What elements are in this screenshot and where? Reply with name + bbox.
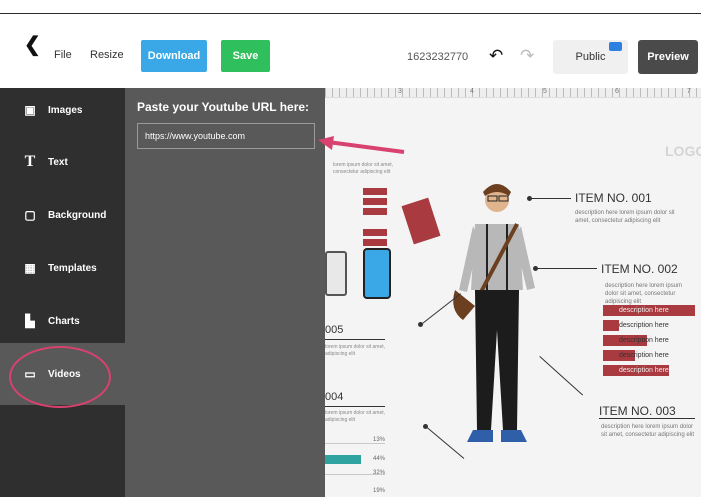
description-bar: description here xyxy=(603,365,695,376)
sidebar-item-background[interactable]: ▢ Background xyxy=(0,189,125,241)
file-menu[interactable]: File xyxy=(54,49,72,61)
background-icon: ▢ xyxy=(24,208,36,222)
ruler-number: 5 xyxy=(543,88,547,95)
item-title-001: ITEM NO. 001 xyxy=(575,191,652,205)
divider-line xyxy=(325,406,385,407)
red-block xyxy=(363,198,387,205)
connector-line xyxy=(537,268,597,269)
sidebar-item-images[interactable]: ▣ Images xyxy=(0,84,125,136)
text-icon: T xyxy=(24,153,36,170)
percent-label: 32% xyxy=(373,470,386,476)
charts-icon: ▙ xyxy=(25,314,35,328)
sidebar-item-templates[interactable]: ▦ Templates xyxy=(0,242,125,294)
percent-label: 44% xyxy=(373,456,386,462)
sidebar-item-charts[interactable]: ▙ Charts xyxy=(0,295,125,347)
description-bar: description here xyxy=(603,350,695,361)
horizontal-ruler xyxy=(325,88,701,98)
ruler-number: 6 xyxy=(615,88,619,95)
red-block xyxy=(363,188,387,195)
percent-label: 19% xyxy=(373,488,386,494)
save-button[interactable]: Save xyxy=(221,40,270,72)
sidebar-item-label: Templates xyxy=(48,262,97,274)
man-figure xyxy=(453,184,535,442)
description-bar: description here xyxy=(603,335,695,346)
video-panel xyxy=(125,88,325,497)
logo: LOGO xyxy=(665,143,701,159)
ruler-number: 4 xyxy=(470,88,474,95)
download-button[interactable]: Download xyxy=(141,40,207,72)
number-005: 005 xyxy=(325,324,344,336)
connector-line xyxy=(531,198,571,199)
left-description: lorem ipsum dolor sit amet, adipiscing e… xyxy=(325,410,386,423)
item-desc-003: description here lorem ipsum dolor sit a… xyxy=(601,424,695,438)
notification-icon xyxy=(609,42,622,51)
sidebar-item-label: Charts xyxy=(48,315,80,327)
phone-icon xyxy=(363,248,391,299)
public-label: Public xyxy=(575,51,606,63)
highlight-circle xyxy=(9,346,111,408)
left-description: lorem ipsum dolor sit amet, consectetur … xyxy=(333,162,394,175)
red-block xyxy=(363,208,387,215)
top-border xyxy=(0,0,701,14)
pointer-arrow xyxy=(318,136,405,154)
tablet-icon xyxy=(325,251,347,296)
chevron-left-icon[interactable]: ❮ xyxy=(24,32,41,57)
left-description: lorem ipsum dolor sit amet, adipiscing e… xyxy=(325,344,386,357)
red-block xyxy=(363,239,387,246)
red-block xyxy=(363,229,387,236)
preview-button[interactable]: Preview xyxy=(638,40,698,74)
sidebar-item-label: Text xyxy=(48,156,68,168)
red-card xyxy=(401,197,441,245)
ruler-number: 3 xyxy=(398,88,402,95)
document-id: 1623232770 xyxy=(407,51,469,63)
divider-line xyxy=(599,418,695,419)
resize-menu[interactable]: Resize xyxy=(90,49,124,61)
sidebar-item-label: Images xyxy=(48,104,83,116)
description-bar: description here xyxy=(603,320,695,331)
item-desc-002: description here lorem ipsum dolor sit a… xyxy=(605,283,683,305)
stat-bar xyxy=(325,443,385,444)
sidebar-item-label: Background xyxy=(48,209,107,221)
redo-icon[interactable]: ↷ xyxy=(520,46,534,66)
divider-line xyxy=(325,339,385,340)
item-title-003: ITEM NO. 003 xyxy=(599,404,676,418)
item-desc-001: description here lorem ipsum dolor sit a… xyxy=(575,210,675,224)
stat-bar xyxy=(325,455,361,464)
undo-icon[interactable]: ↶ xyxy=(489,46,503,66)
number-004: 004 xyxy=(325,391,344,403)
percent-label: 13% xyxy=(373,437,386,443)
image-icon: ▣ xyxy=(24,103,36,117)
panel-title: Paste your Youtube URL here: xyxy=(137,100,310,114)
item-title-002: ITEM NO. 002 xyxy=(601,262,678,276)
ruler-number: 7 xyxy=(687,88,691,95)
description-bar: description here xyxy=(603,305,695,316)
templates-icon: ▦ xyxy=(24,261,36,275)
youtube-url-input[interactable]: https://www.youtube.com xyxy=(137,123,315,149)
sidebar-item-text[interactable]: T Text xyxy=(0,136,125,188)
public-toggle[interactable]: Public xyxy=(553,40,628,74)
